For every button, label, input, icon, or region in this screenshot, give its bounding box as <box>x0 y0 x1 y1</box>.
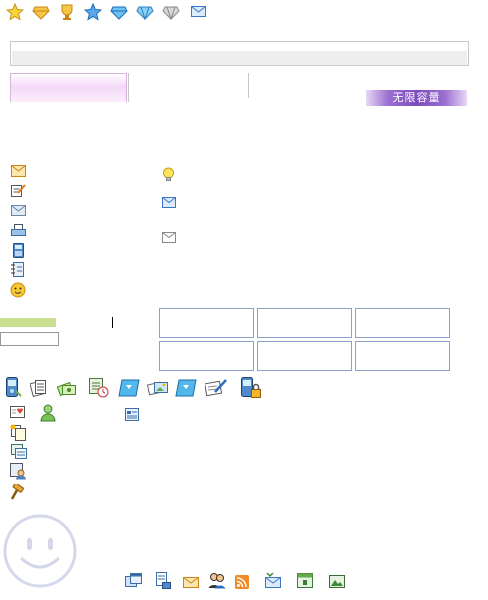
money-icon[interactable] <box>57 379 77 397</box>
card-icon[interactable] <box>125 408 139 421</box>
mail-receive-icon[interactable] <box>264 573 282 588</box>
tab-inactive[interactable] <box>129 73 247 102</box>
disk-2-icon[interactable] <box>175 379 197 397</box>
mobile-icon[interactable] <box>3 377 22 398</box>
disk-icon[interactable] <box>118 379 140 397</box>
write-icon[interactable] <box>205 378 227 398</box>
text-cursor <box>112 317 113 328</box>
mail-icon[interactable] <box>183 577 199 588</box>
compose-icon[interactable] <box>11 184 26 197</box>
hammer-icon[interactable] <box>10 484 27 500</box>
search-input[interactable] <box>0 332 59 346</box>
trophy-icon[interactable] <box>58 3 76 21</box>
diamond-blue-2-icon[interactable] <box>136 3 154 21</box>
green-bar <box>0 318 56 327</box>
copy-icon[interactable] <box>10 424 27 441</box>
mail-icon[interactable] <box>191 5 206 18</box>
star-gold-icon[interactable] <box>6 3 24 21</box>
rss-icon[interactable] <box>235 575 249 589</box>
envelope-outline-icon[interactable] <box>162 232 176 243</box>
grid-cell[interactable] <box>355 308 450 338</box>
lightbulb-icon[interactable] <box>162 167 175 182</box>
phone-icon[interactable] <box>13 243 24 258</box>
contacts-icon[interactable] <box>10 463 27 480</box>
user-icon[interactable] <box>40 404 56 422</box>
diamond-gray-icon[interactable] <box>162 3 180 21</box>
envelope-icon[interactable] <box>11 165 26 177</box>
diamond-blue-icon[interactable] <box>110 3 128 21</box>
smiley-icon[interactable] <box>10 282 26 298</box>
grid-cell[interactable] <box>355 341 450 371</box>
mobile-lock-icon[interactable] <box>239 377 262 399</box>
header-bar-fill <box>12 51 467 65</box>
printer-icon[interactable] <box>11 224 26 237</box>
greeting-card-icon[interactable] <box>10 406 27 420</box>
tab-active[interactable] <box>10 73 127 102</box>
mail-icon[interactable] <box>162 197 176 208</box>
calendar-icon[interactable] <box>297 573 313 588</box>
windows-icon[interactable] <box>125 573 142 589</box>
photos-icon[interactable] <box>147 379 169 397</box>
grid-cell[interactable] <box>257 341 352 371</box>
inbox-icon[interactable] <box>11 205 26 216</box>
documents-icon[interactable] <box>30 379 48 397</box>
grid-cell[interactable] <box>159 308 254 338</box>
image-icon[interactable] <box>329 575 345 588</box>
notes-icon[interactable] <box>11 444 27 459</box>
unlimited-capacity-badge: 无限容量 <box>366 90 467 106</box>
grid-cell[interactable] <box>159 341 254 371</box>
header-bar <box>10 41 469 66</box>
address-book-icon[interactable] <box>11 262 24 277</box>
smiley-watermark-icon <box>3 514 77 588</box>
diamond-gold-icon[interactable] <box>32 3 50 21</box>
people-icon[interactable] <box>208 572 226 589</box>
document-icon[interactable] <box>156 572 171 589</box>
star-blue-icon[interactable] <box>84 3 102 21</box>
grid-cell[interactable] <box>257 308 352 338</box>
tab-divider-right <box>248 73 249 98</box>
calendar-clock-icon[interactable] <box>89 378 109 398</box>
